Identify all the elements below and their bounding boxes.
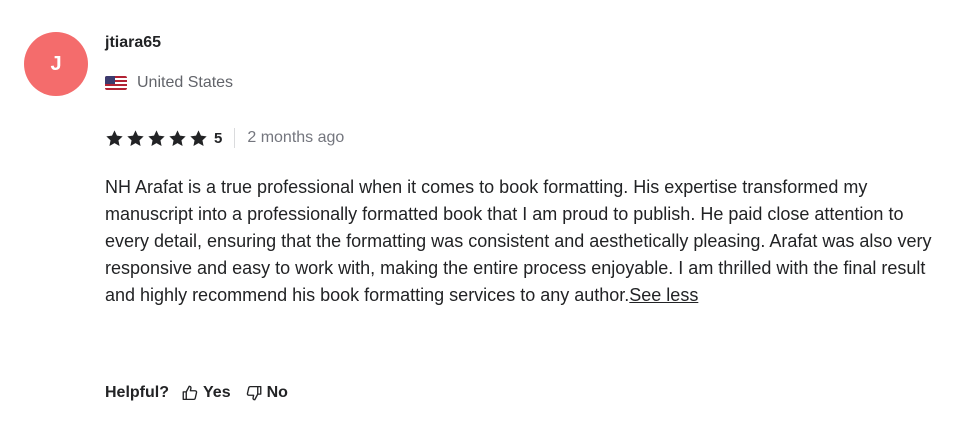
star-icon — [169, 129, 186, 146]
rating-row: 5 2 months ago — [105, 128, 344, 148]
helpful-no-label: No — [266, 384, 288, 401]
star-icon — [127, 129, 144, 146]
review-text: NH Arafat is a true professional when it… — [105, 177, 932, 305]
helpful-yes-button[interactable]: Yes — [181, 384, 231, 402]
star-icon — [106, 129, 123, 146]
thumbs-down-icon — [246, 385, 262, 401]
review-body: NH Arafat is a true professional when it… — [105, 174, 950, 309]
us-flag-icon — [105, 76, 127, 90]
review-time: 2 months ago — [247, 129, 345, 146]
reviewer-username[interactable]: jtiara65 — [105, 34, 161, 52]
thumbs-up-icon — [182, 385, 198, 401]
helpful-no-button[interactable]: No — [245, 384, 288, 402]
helpful-yes-label: Yes — [203, 384, 231, 401]
avatar[interactable]: J — [24, 32, 88, 96]
avatar-initial: J — [50, 52, 62, 75]
see-less-link[interactable]: See less — [629, 285, 698, 305]
star-icon — [148, 129, 165, 146]
helpful-label: Helpful? — [105, 384, 169, 401]
star-icon — [190, 129, 207, 146]
rating-divider — [234, 128, 236, 148]
country-name: United States — [137, 74, 234, 91]
rating-value: 5 — [214, 129, 223, 147]
star-rating — [105, 129, 208, 148]
reviewer-country: United States — [105, 74, 233, 92]
helpful-row: Helpful? Yes No — [105, 384, 302, 402]
